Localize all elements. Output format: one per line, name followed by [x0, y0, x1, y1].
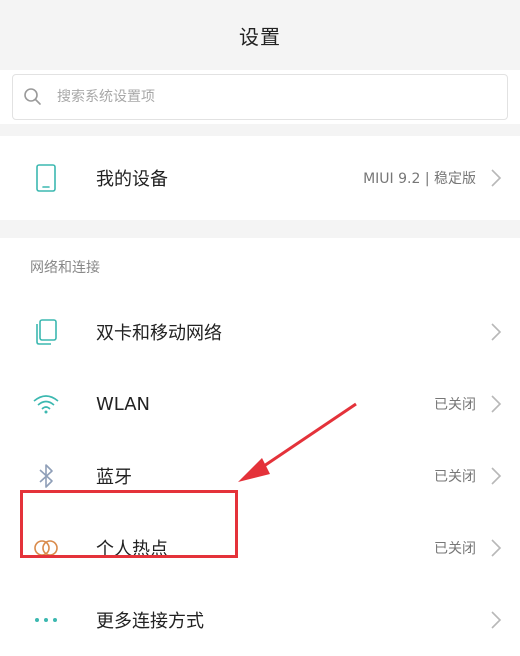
my-device-label: 我的设备: [96, 169, 168, 190]
sim-card-icon: [30, 316, 62, 348]
miui-version: MIUI 9.2 | 稳定版: [363, 171, 476, 187]
phone-icon: [30, 162, 62, 194]
chevron-right-icon: [491, 539, 502, 557]
row-status: 已关闭: [434, 397, 476, 413]
row-wlan[interactable]: WLAN 已关闭: [0, 368, 520, 440]
highlight-box: [20, 490, 238, 558]
row-label: 蓝牙: [96, 467, 132, 488]
row-status: 已关闭: [434, 541, 476, 557]
row-label: 更多连接方式: [96, 611, 204, 632]
search-input[interactable]: [55, 88, 459, 106]
chevron-right-icon: [491, 323, 502, 341]
row-label: WLAN: [96, 393, 151, 415]
chevron-right-icon: [491, 169, 502, 187]
header: 设置: [0, 0, 520, 70]
wifi-icon: [30, 388, 62, 420]
spacer: [0, 220, 520, 238]
network-list: 双卡和移动网络 WLAN 已关闭 蓝牙 已关闭 个人热点 已关闭 更多连接方式: [0, 296, 520, 656]
search-bar: [0, 70, 520, 124]
more-dots-icon: [30, 604, 62, 636]
row-status: 已关闭: [434, 469, 476, 485]
bluetooth-icon: [30, 460, 62, 492]
section-title: 网络和连接: [0, 238, 520, 296]
my-device-row[interactable]: 我的设备 MIUI 9.2 | 稳定版: [0, 136, 520, 220]
chevron-right-icon: [491, 467, 502, 485]
row-label: 双卡和移动网络: [96, 323, 222, 344]
spacer: [0, 124, 520, 136]
page-title: 设置: [239, 24, 281, 49]
row-dual-sim[interactable]: 双卡和移动网络: [0, 296, 520, 368]
chevron-right-icon: [491, 611, 502, 629]
search-icon: [24, 88, 41, 105]
row-more-connections[interactable]: 更多连接方式: [0, 584, 520, 656]
search-box[interactable]: [12, 74, 508, 120]
chevron-right-icon: [491, 395, 502, 413]
